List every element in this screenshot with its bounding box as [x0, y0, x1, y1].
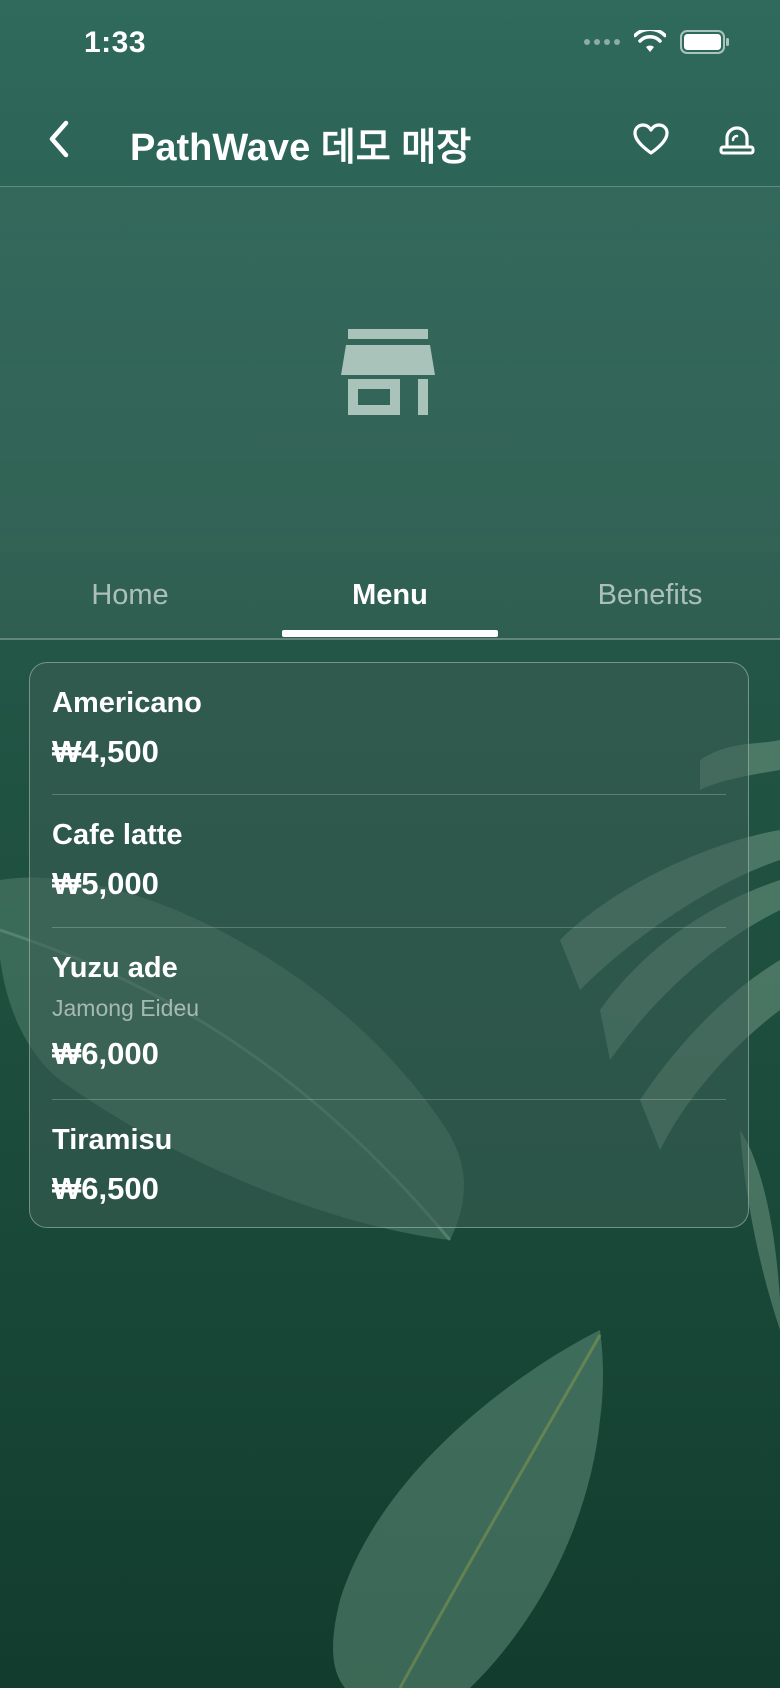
- menu-item-name: Cafe latte: [52, 819, 183, 851]
- alert-button[interactable]: [710, 112, 764, 166]
- battery-icon: [680, 30, 729, 54]
- menu-item-price: ₩6,500: [52, 1171, 159, 1206]
- menu-item-name: Tiramisu: [52, 1124, 173, 1156]
- page-title: PathWave 데모 매장: [130, 127, 472, 169]
- menu-item-cafe-latte[interactable]: Cafe latte ₩5,000: [30, 795, 748, 928]
- navigation-bar: PathWave 데모 매장: [0, 90, 780, 187]
- status-bar: 1:33: [0, 0, 780, 90]
- active-tab-indicator: [282, 630, 498, 637]
- cellular-signal-icon: [584, 39, 620, 45]
- status-time: 1:33: [84, 26, 147, 59]
- tab-menu[interactable]: Menu: [260, 552, 520, 638]
- menu-item-tiramisu[interactable]: Tiramisu ₩6,500: [30, 1100, 748, 1227]
- wifi-icon: [634, 30, 666, 52]
- menu-item-price: ₩6,000: [52, 1036, 159, 1071]
- tab-benefits[interactable]: Benefits: [520, 552, 780, 638]
- heart-icon: [633, 123, 669, 155]
- menu-item-name: Yuzu ade: [52, 952, 178, 984]
- menu-item-price: ₩5,000: [52, 866, 159, 901]
- menu-item-price: ₩4,500: [52, 734, 159, 769]
- chevron-left-icon: [49, 120, 69, 158]
- menu-item-americano[interactable]: Americano ₩4,500: [30, 663, 748, 795]
- menu-list: Americano ₩4,500 Cafe latte ₩5,000 Yuzu …: [29, 662, 749, 1228]
- tab-bar: Home Menu Benefits: [0, 552, 780, 640]
- store-hero-banner: [0, 187, 780, 552]
- tab-home[interactable]: Home: [0, 552, 260, 638]
- menu-item-name: Americano: [52, 687, 202, 719]
- menu-item-subtitle: Jamong Eideu: [52, 995, 200, 1021]
- menu-item-yuzu-ade[interactable]: Yuzu ade Jamong Eideu ₩6,000: [30, 928, 748, 1100]
- siren-icon: [719, 126, 755, 155]
- store-icon: [341, 329, 435, 415]
- favorite-button[interactable]: [624, 112, 678, 166]
- back-button[interactable]: [32, 112, 86, 166]
- status-icons: [584, 30, 730, 54]
